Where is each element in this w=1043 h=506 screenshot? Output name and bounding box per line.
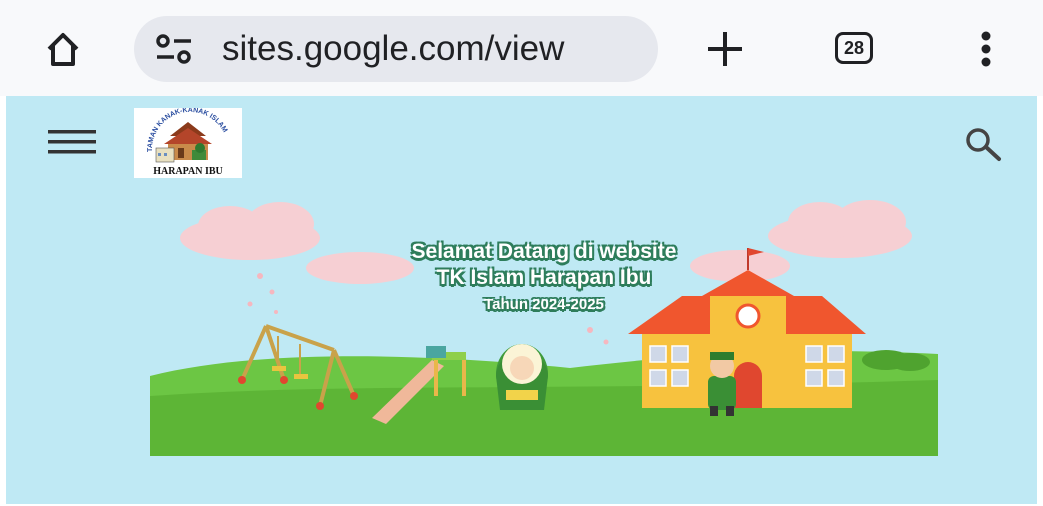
tab-switcher-button[interactable]: 28 <box>835 32 873 64</box>
hero-year: Tahun 2024-2025 <box>484 296 604 313</box>
boy-character-icon <box>708 352 736 416</box>
mosque-logo-icon: TAMAN KANAK-KANAK ISLAM <box>147 107 228 163</box>
site-settings-button[interactable] <box>152 29 196 69</box>
address-bar[interactable]: sites.google.com/view <box>134 16 658 82</box>
browser-toolbar: sites.google.com/view 28 <box>0 0 1043 96</box>
site-menu-button[interactable] <box>44 124 100 160</box>
site-logo[interactable]: TAMAN KANAK-KANAK ISLAM HARAPAN IBU <box>134 107 242 178</box>
plus-icon <box>708 32 742 66</box>
home-button[interactable] <box>40 26 86 72</box>
hero-title-line1: Selamat Datang di website <box>411 240 677 263</box>
url-text[interactable]: sites.google.com/view <box>222 16 652 82</box>
tune-icon <box>156 34 191 64</box>
site-search-button[interactable] <box>958 122 1008 166</box>
more-menu-button[interactable] <box>966 26 1006 72</box>
more-vertical-icon <box>981 31 991 67</box>
new-tab-button[interactable] <box>702 26 748 72</box>
girl-character-icon <box>496 344 548 410</box>
hero-title-line2: TK Islam Harapan Ibu <box>436 266 652 289</box>
home-icon <box>47 33 79 66</box>
hamburger-icon <box>48 130 96 154</box>
search-icon <box>966 128 1001 161</box>
logo-name: HARAPAN IBU <box>153 166 223 177</box>
hero-banner <box>150 200 938 456</box>
